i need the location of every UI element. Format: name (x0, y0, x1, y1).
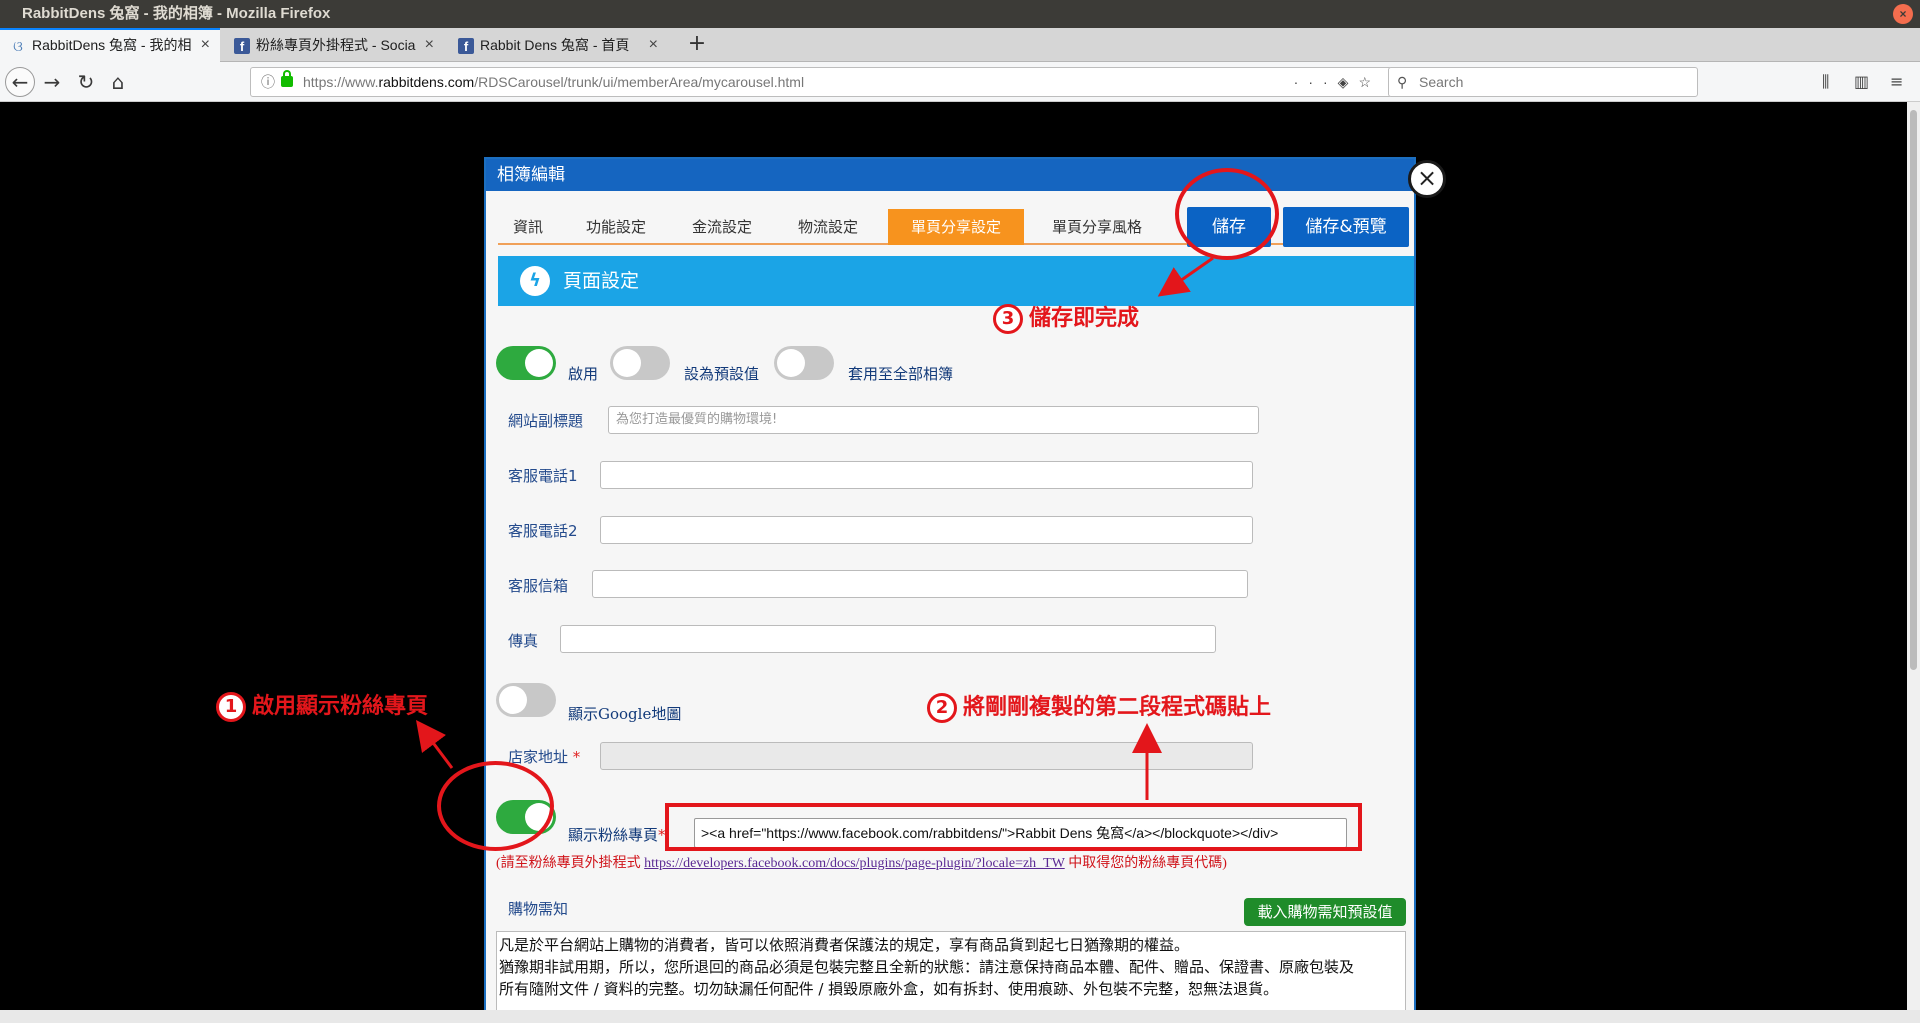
status-strip (0, 1010, 1920, 1023)
annotation-step3: 3 儲存即完成 (993, 300, 1139, 334)
step1-number: 1 (216, 692, 246, 722)
step1-text: 啟用顯示粉絲專頁 (252, 694, 429, 719)
arrow-to-save (1157, 256, 1214, 297)
annotation-arrows (416, 256, 1214, 800)
annotation-step1: 1 啟用顯示粉絲專頁 (216, 688, 428, 722)
step3-number: 3 (993, 304, 1023, 334)
step2-number: 2 (927, 693, 957, 723)
step3-text: 儲存即完成 (1029, 306, 1140, 331)
annotation-step2: 2 將剛剛複製的第二段程式碼貼上 (927, 689, 1271, 723)
arrow-to-step1 (416, 720, 454, 769)
step2-text: 將剛剛複製的第二段程式碼貼上 (963, 695, 1272, 720)
